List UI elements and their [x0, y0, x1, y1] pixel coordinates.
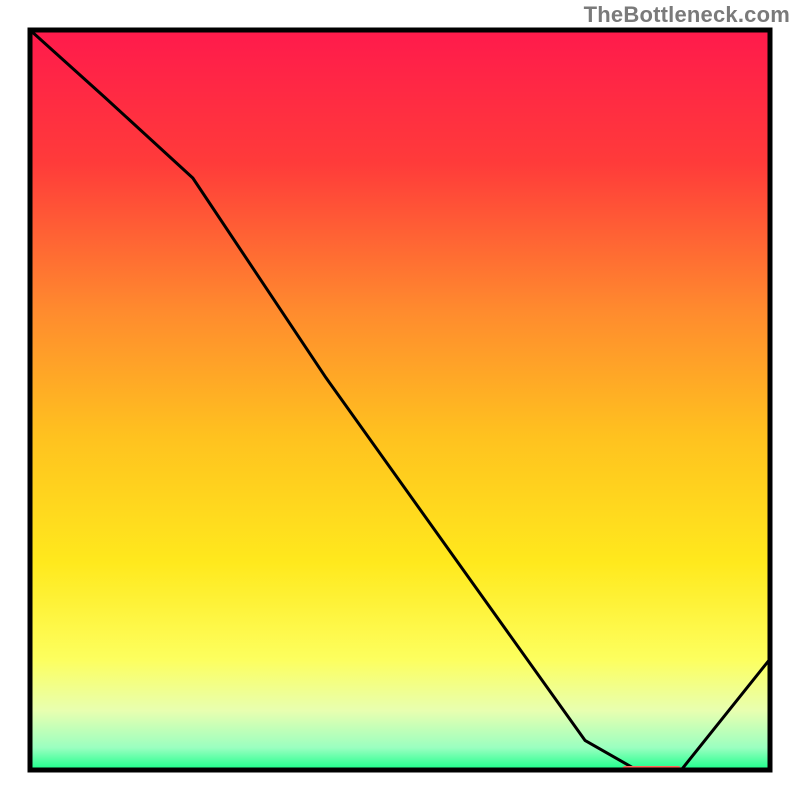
- watermark-text: TheBottleneck.com: [584, 2, 790, 28]
- bottleneck-chart: [0, 0, 800, 800]
- chart-container: { "watermark": "TheBottleneck.com", "cha…: [0, 0, 800, 800]
- plot-background: [30, 30, 770, 770]
